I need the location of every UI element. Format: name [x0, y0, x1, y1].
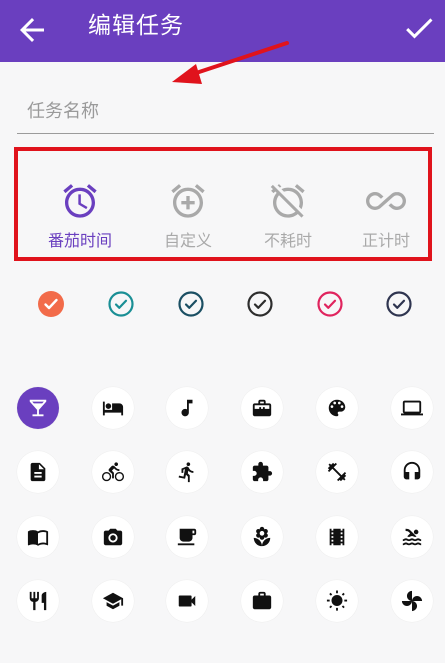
icon-option-book[interactable]	[17, 516, 59, 558]
color-option-check-icon[interactable]	[107, 290, 135, 318]
mode-label: 正计时	[361, 231, 410, 250]
color-option-check-icon[interactable]	[37, 290, 65, 318]
headphones-icon	[403, 461, 421, 480]
icon-option-document[interactable]	[17, 451, 59, 493]
alarm-add-icon	[171, 184, 205, 218]
document-icon	[30, 462, 46, 482]
music-note-icon	[181, 399, 193, 417]
icon-option-music[interactable]	[166, 387, 208, 429]
coffee-cup-icon	[177, 528, 197, 546]
pinwheel-icon	[401, 590, 423, 612]
bed-icon	[102, 401, 124, 416]
video-camera-icon	[178, 595, 196, 607]
confirm-check-icon[interactable]	[401, 10, 437, 46]
icon-option-pinwheel[interactable]	[391, 580, 433, 622]
mode-label: 自定义	[163, 231, 212, 250]
work-bag-icon	[252, 591, 272, 610]
mode-custom[interactable]: 自定义	[138, 181, 238, 257]
app-bar: 编辑任务	[0, 0, 445, 62]
mode-label: 不耗时	[263, 231, 312, 250]
icon-option-running[interactable]	[166, 451, 208, 493]
color-option-check-icon[interactable]	[246, 290, 274, 318]
icon-option-fitness[interactable]	[316, 451, 358, 493]
sun-icon	[326, 590, 348, 611]
mode-countup[interactable]: 正计时	[336, 181, 436, 257]
book-icon	[27, 530, 49, 546]
icon-option-school[interactable]	[92, 580, 134, 622]
running-icon	[178, 462, 194, 483]
icon-option-puzzle[interactable]	[241, 451, 283, 493]
mode-label: 番茄时间	[47, 231, 112, 250]
task-name-field	[17, 86, 434, 134]
restaurant-icon	[29, 591, 47, 611]
infinity-icon	[366, 192, 406, 210]
swimming-icon	[402, 528, 422, 546]
icon-option-camera[interactable]	[92, 516, 134, 558]
back-arrow-icon[interactable]	[14, 12, 50, 48]
graduation-cap-icon	[102, 592, 124, 610]
task-name-input[interactable]	[27, 96, 417, 126]
cocktail-icon	[29, 399, 47, 417]
page-title: 编辑任务	[88, 13, 184, 39]
camera-icon	[103, 528, 123, 546]
icon-option-video[interactable]	[166, 580, 208, 622]
icon-option-cocktail[interactable]	[17, 387, 59, 429]
briefcase-tools-icon	[252, 399, 272, 417]
icon-option-headphones[interactable]	[391, 451, 433, 493]
color-option-check-icon[interactable]	[177, 290, 205, 318]
icon-option-film[interactable]	[316, 516, 358, 558]
icon-option-laptop[interactable]	[391, 387, 433, 429]
alarm-off-icon	[270, 184, 305, 218]
icon-option-toolbox[interactable]	[241, 387, 283, 429]
icon-option-swimming[interactable]	[391, 516, 433, 558]
timing-mode-selector: 番茄时间 自定义 不耗时 正计时	[14, 147, 432, 261]
palette-icon	[328, 399, 346, 417]
icon-option-bed[interactable]	[92, 387, 134, 429]
icon-option-sun[interactable]	[316, 580, 358, 622]
icon-option-cycling[interactable]	[92, 451, 134, 493]
icon-option-work[interactable]	[241, 580, 283, 622]
mode-pomodoro[interactable]: 番茄时间	[30, 181, 130, 257]
color-option-check-icon[interactable]	[316, 290, 344, 318]
icon-option-palette[interactable]	[316, 387, 358, 429]
mode-untimed[interactable]: 不耗时	[238, 181, 338, 257]
alarm-clock-icon	[63, 184, 97, 218]
icon-option-restaurant[interactable]	[17, 580, 59, 622]
color-picker-row	[0, 290, 445, 320]
puzzle-icon	[252, 461, 273, 482]
flower-icon	[253, 526, 271, 547]
film-icon	[329, 528, 345, 546]
laptop-icon	[401, 400, 423, 416]
cycling-icon	[102, 462, 124, 482]
icon-option-coffee[interactable]	[166, 516, 208, 558]
icon-option-flower[interactable]	[241, 516, 283, 558]
dumbbell-icon	[327, 462, 347, 482]
color-option-check-icon[interactable]	[385, 290, 413, 318]
